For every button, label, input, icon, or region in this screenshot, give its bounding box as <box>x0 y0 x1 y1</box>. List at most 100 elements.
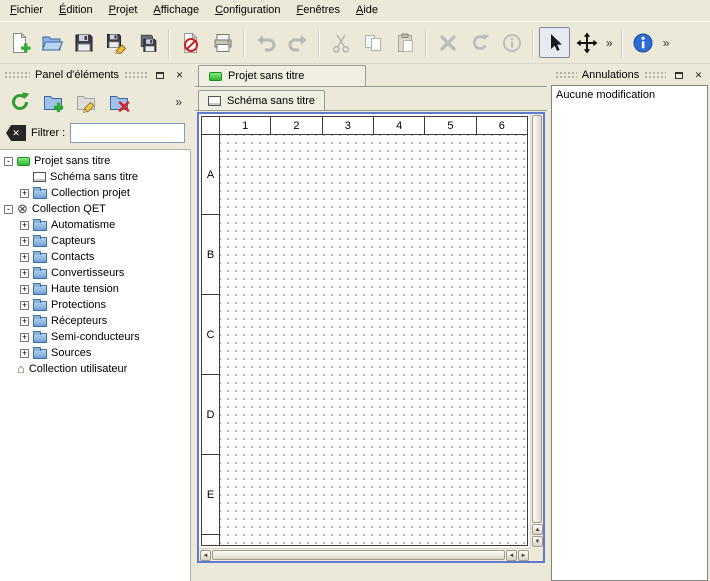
vertical-scrollbar[interactable]: ▲ ▼ <box>530 114 543 548</box>
expand-icon[interactable]: + <box>20 349 29 358</box>
float-panel-button[interactable] <box>671 68 686 82</box>
scroll-right-button[interactable]: ► <box>518 550 529 561</box>
undo-button[interactable] <box>250 27 281 58</box>
menu-edition[interactable]: Édition <box>51 0 101 21</box>
about-info-button[interactable] <box>628 27 659 58</box>
tree-item-collection-qet[interactable]: - ⊗ Collection QET <box>0 201 190 217</box>
rotate-button[interactable] <box>464 27 495 58</box>
tree-item-collection-projet[interactable]: + Collection projet <box>0 185 190 201</box>
tree-item-schema-sans-titre[interactable]: Schéma sans titre <box>0 169 190 185</box>
close-panel-button[interactable]: ✕ <box>691 68 706 82</box>
information-button[interactable] <box>496 27 527 58</box>
tree-item-semi-conducteurs[interactable]: + Semi-conducteurs <box>0 329 190 345</box>
tab-projet-sans-titre[interactable]: Projet sans titre <box>198 65 366 86</box>
tree-item-convertisseurs[interactable]: + Convertisseurs <box>0 265 190 281</box>
scroll-down-button[interactable]: ▼ <box>532 536 543 547</box>
tree-item-collection-utilisateur[interactable]: ⌂ Collection utilisateur <box>0 361 190 377</box>
tree-item-label: Schéma sans titre <box>50 171 138 183</box>
reload-collections-button[interactable] <box>6 88 34 116</box>
diagram-viewport[interactable]: 1 2 3 4 5 6 A B C D E <box>199 114 530 548</box>
delete-icon <box>437 32 459 54</box>
edit-element-icon <box>75 91 97 113</box>
copy-icon <box>362 32 384 54</box>
expand-icon[interactable]: + <box>20 301 29 310</box>
horizontal-scrollbar[interactable]: ◄ ◄ ► <box>199 548 530 561</box>
tree-item-projet-sans-titre[interactable]: - Projet sans titre <box>0 153 190 169</box>
tree-item-contacts[interactable]: + Contacts <box>0 249 190 265</box>
menu-affichage[interactable]: Affichage <box>145 0 207 21</box>
scroll-left-button[interactable]: ◄ <box>200 550 211 561</box>
expand-icon[interactable]: + <box>20 221 29 230</box>
toolbar-overflow-chevron[interactable]: » <box>660 36 673 50</box>
undo-history-list[interactable]: Aucune modification <box>551 85 708 581</box>
schema-tab-label: Schéma sans titre <box>227 95 315 107</box>
menu-fichier[interactable]: Fichier <box>2 0 51 21</box>
delete-element-button[interactable] <box>105 88 133 116</box>
workspace: Panel d'éléments ✕ <box>0 65 710 581</box>
expand-icon[interactable]: + <box>20 333 29 342</box>
close-panel-button[interactable]: ✕ <box>172 68 187 82</box>
vertical-scrollbar-thumb[interactable] <box>532 115 542 523</box>
menu-projet[interactable]: Projet <box>101 0 146 21</box>
tree-item-label: Collection utilisateur <box>29 363 127 375</box>
clear-filter-button[interactable]: ✕ <box>6 125 26 141</box>
save-all-button[interactable] <box>132 27 163 58</box>
tree-item-capteurs[interactable]: + Capteurs <box>0 233 190 249</box>
expand-icon[interactable]: + <box>20 285 29 294</box>
save-button[interactable] <box>68 27 99 58</box>
expand-icon[interactable]: + <box>20 189 29 198</box>
undo-panel-titlebar[interactable]: Annulations ✕ <box>551 65 710 83</box>
copy-button[interactable] <box>357 27 388 58</box>
scroll-left-button-2[interactable]: ◄ <box>506 550 517 561</box>
tab-schema-sans-titre[interactable]: Schéma sans titre <box>198 90 325 110</box>
toolbar-overflow-chevron[interactable]: » <box>603 36 616 50</box>
folder-icon <box>33 301 47 311</box>
tree-item-haute-tension[interactable]: + Haute tension <box>0 281 190 297</box>
dock-handle-texture[interactable] <box>4 71 30 79</box>
tree-item-automatisme[interactable]: + Automatisme <box>0 217 190 233</box>
filter-input[interactable] <box>70 123 185 143</box>
scroll-up-button[interactable]: ▲ <box>532 524 543 535</box>
row-label: C <box>202 295 219 375</box>
tree-item-label: Récepteurs <box>51 315 107 327</box>
collapse-icon[interactable]: - <box>4 205 13 214</box>
row-label: B <box>202 215 219 295</box>
elements-panel-title: Panel d'éléments <box>35 69 119 81</box>
collapse-icon[interactable]: - <box>4 157 13 166</box>
menu-fenetres[interactable]: Fenêtres <box>289 0 348 21</box>
tree-item-protections[interactable]: + Protections <box>0 297 190 313</box>
menu-aide[interactable]: Aide <box>348 0 386 21</box>
new-document-button[interactable] <box>4 27 35 58</box>
paste-button[interactable] <box>389 27 420 58</box>
edit-element-button[interactable] <box>72 88 100 116</box>
tree-item-recepteurs[interactable]: + Récepteurs <box>0 313 190 329</box>
elements-panel-titlebar[interactable]: Panel d'éléments ✕ <box>0 65 191 83</box>
tree-item-label: Contacts <box>51 251 94 263</box>
close-file-button[interactable] <box>175 27 206 58</box>
print-button[interactable] <box>207 27 238 58</box>
dock-handle-texture[interactable] <box>124 71 147 79</box>
redo-button[interactable] <box>282 27 313 58</box>
rotate-icon <box>469 32 491 54</box>
dock-handle-texture[interactable] <box>644 71 666 79</box>
save-as-button[interactable] <box>100 27 131 58</box>
diagram-view[interactable]: 1 2 3 4 5 6 A B C D E <box>197 112 545 563</box>
open-project-button[interactable] <box>36 27 67 58</box>
tree-item-sources[interactable]: + Sources <box>0 345 190 361</box>
dock-handle-texture[interactable] <box>555 71 577 79</box>
new-element-button[interactable] <box>39 88 67 116</box>
horizontal-scrollbar-thumb[interactable] <box>212 550 505 560</box>
menu-configuration[interactable]: Configuration <box>207 0 288 21</box>
select-mode-button[interactable] <box>539 27 570 58</box>
diagram-canvas[interactable] <box>220 135 527 545</box>
float-panel-button[interactable] <box>152 68 167 82</box>
expand-icon[interactable]: + <box>20 253 29 262</box>
cut-button[interactable] <box>325 27 356 58</box>
panel-toolbar-overflow-chevron[interactable]: » <box>172 95 185 109</box>
move-mode-button[interactable] <box>571 27 602 58</box>
filter-row: ✕ Filtrer : <box>0 119 191 149</box>
delete-button[interactable] <box>432 27 463 58</box>
expand-icon[interactable]: + <box>20 237 29 246</box>
expand-icon[interactable]: + <box>20 317 29 326</box>
expand-icon[interactable]: + <box>20 269 29 278</box>
